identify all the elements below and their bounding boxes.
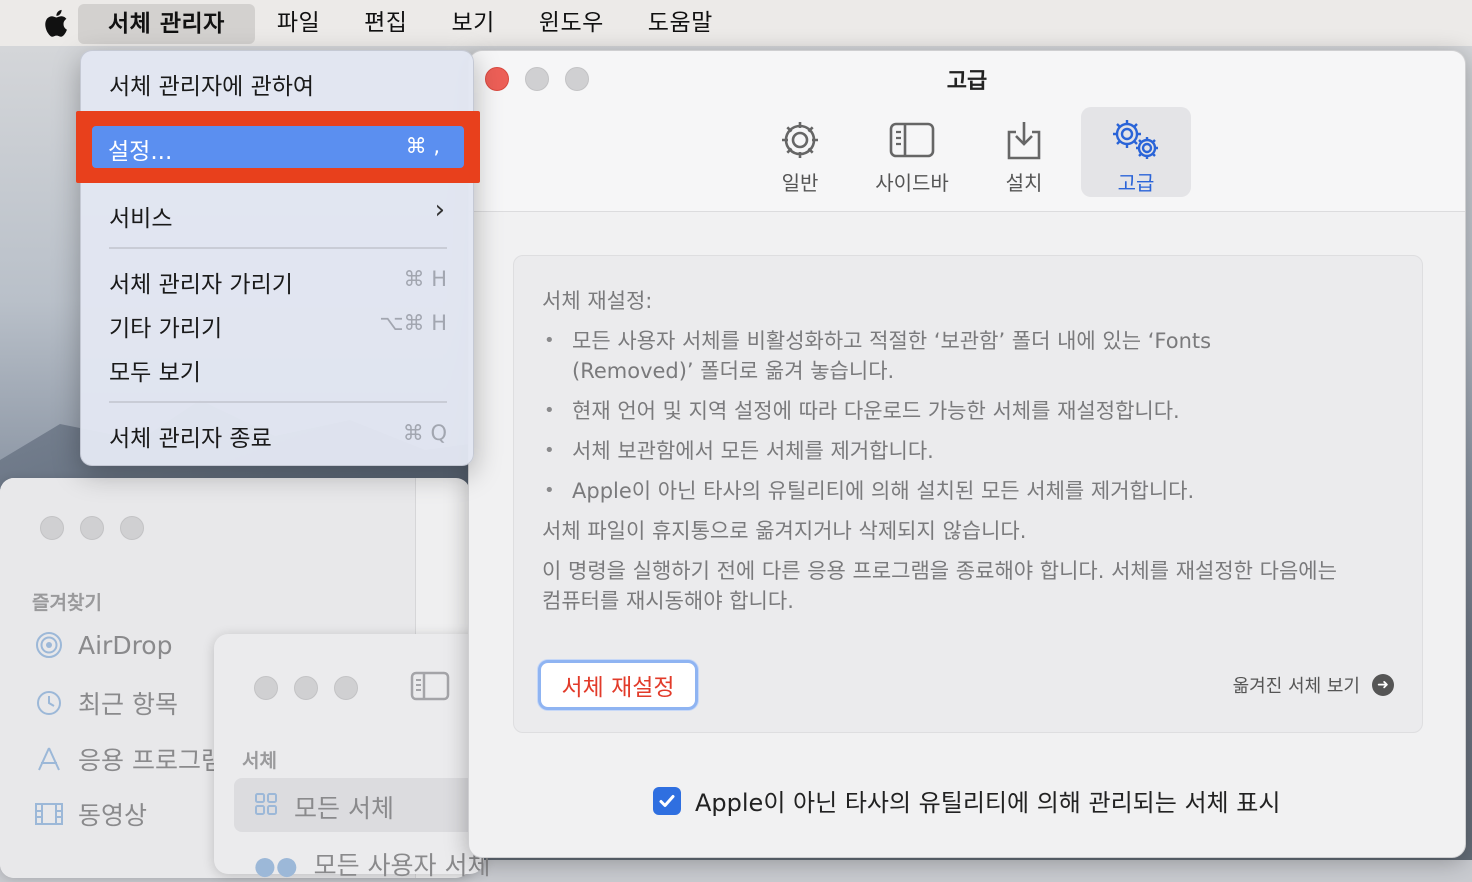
- note-text: 이 명령을 실행하기 전에 다른 응용 프로그램을 종료해야 합니다. 서체를 …: [542, 559, 1337, 583]
- shortcut-settings: ⌘ ,: [405, 134, 440, 158]
- menu-separator: [109, 401, 447, 403]
- apple-logo-icon[interactable]: [38, 0, 72, 46]
- link-label: 옮겨진 서체 보기: [1232, 676, 1360, 697]
- tab-label: 설치: [1005, 171, 1043, 195]
- shortcut-hide-others: ⌥⌘ H: [379, 311, 447, 335]
- bullet-dot: •: [544, 330, 555, 351]
- zoom-button[interactable]: [120, 516, 144, 540]
- film-icon: [34, 799, 64, 829]
- menu-edit[interactable]: 편집: [342, 0, 429, 46]
- gear-icon: [778, 115, 822, 165]
- sidebar-item-label: 모든 사용자 서체: [313, 851, 491, 880]
- sidebar-item-airdrop[interactable]: AirDrop: [34, 630, 172, 660]
- menu-item-hide-others[interactable]: 기타 가리기: [109, 309, 222, 343]
- bullet-text: 서체 보관함에서 모든 서체를 제거합니다.: [572, 439, 934, 463]
- note-text: 서체 파일이 휴지통으로 옮겨지거나 삭제되지 않습니다.: [542, 519, 1027, 543]
- fontbook-window: 서체 모든 서체 ●● 모든 사용자 서체: [214, 634, 491, 880]
- menu-fontbook[interactable]: 서체 관리자: [78, 4, 255, 44]
- minimize-button[interactable]: [80, 516, 104, 540]
- reset-fonts-panel: 서체 재설정: • 모든 사용자 서체를 비활성화하고 적절한 ‘보관함’ 폴더…: [513, 255, 1423, 733]
- fonts-section-heading: 서체: [242, 750, 277, 772]
- users-icon: ●●: [254, 851, 298, 880]
- sidebar-item-applications[interactable]: 응용 프로그램: [34, 741, 224, 777]
- gears-icon: [1107, 115, 1165, 165]
- settings-toolbar: 고급 일반 사이드바 설치 고급: [469, 51, 1465, 212]
- menu-view[interactable]: 보기: [429, 0, 516, 46]
- chevron-right-icon: ›: [434, 195, 445, 225]
- reset-fonts-button[interactable]: 서체 재설정: [538, 660, 698, 710]
- settings-window: 고급 일반 사이드바 설치 고급 서체 재설정: • 모든 사용자 서체를 비활…: [468, 50, 1466, 858]
- bullet-dot: •: [544, 440, 555, 461]
- clock-icon: [34, 688, 64, 718]
- view-removed-fonts-link[interactable]: 옮겨진 서체 보기 ➜: [1233, 672, 1394, 698]
- airdrop-icon: [34, 630, 64, 660]
- applications-icon: [34, 744, 64, 774]
- sidebar-item-label: 최근 항목: [78, 690, 178, 719]
- menu-item-show-all[interactable]: 모두 보기: [109, 353, 201, 387]
- bullet-dot: •: [544, 400, 555, 421]
- close-button[interactable]: [254, 676, 278, 700]
- close-button[interactable]: [40, 516, 64, 540]
- shortcut-hide: ⌘ H: [403, 267, 447, 291]
- sidebar-item-label: AirDrop: [78, 630, 173, 660]
- download-tray-icon: [1004, 115, 1044, 165]
- sidebar-item-label: 동영상: [78, 801, 148, 830]
- bullet-text: 모든 사용자 서체를 비활성화하고 적절한 ‘보관함’ 폴더 내에 있는 ‘Fo…: [572, 329, 1212, 353]
- grid-icon: [254, 792, 278, 820]
- tab-label: 일반: [781, 171, 819, 195]
- sidebar-item-movies[interactable]: 동영상: [34, 796, 147, 832]
- tab-label: 고급: [1117, 171, 1155, 195]
- menu-item-quit[interactable]: 서체 관리자 종료: [109, 419, 272, 453]
- third-party-fonts-option[interactable]: Apple이 아닌 타사의 유틸리티에 의해 관리되는 서체 표시: [653, 783, 1280, 818]
- bullet-dot: •: [544, 480, 555, 501]
- menu-item-settings[interactable]: 설정... ⌘ ,: [92, 126, 464, 168]
- checkbox-label: Apple이 아닌 타사의 유틸리티에 의해 관리되는 서체 표시: [695, 789, 1281, 817]
- menu-item-services[interactable]: 서비스: [109, 199, 172, 233]
- tab-sidebar[interactable]: 사이드바: [857, 107, 967, 197]
- sidebar-item-label: 모든 서체: [294, 794, 394, 823]
- arrow-right-circle-icon: ➜: [1372, 674, 1394, 696]
- menu-item-about[interactable]: 서체 관리자에 관하여: [109, 67, 314, 101]
- window-title: 고급: [946, 69, 988, 94]
- sidebar-item-label: 응용 프로그램: [78, 746, 224, 775]
- menu-item-hide[interactable]: 서체 관리자 가리기: [109, 265, 293, 299]
- zoom-button[interactable]: [334, 676, 358, 700]
- sidebar-icon: [888, 115, 936, 165]
- sidebar-item-all-fonts[interactable]: 모든 서체: [234, 778, 484, 832]
- menu-separator: [109, 247, 447, 249]
- sidebar-item-recents[interactable]: 최근 항목: [34, 685, 178, 721]
- shortcut-quit: ⌘ Q: [402, 421, 447, 445]
- tab-label: 사이드바: [875, 171, 949, 195]
- panel-heading: 서체 재설정:: [542, 289, 653, 313]
- bullet-text: Apple이 아닌 타사의 유틸리티에 의해 설치된 모든 서체를 제거합니다.: [572, 479, 1195, 503]
- note-text: 컴퓨터를 재시동해야 합니다.: [542, 589, 794, 613]
- tab-advanced[interactable]: 고급: [1081, 107, 1191, 197]
- bullet-text: 현재 언어 및 지역 설정에 따라 다운로드 가능한 서체를 재설정합니다.: [572, 399, 1180, 423]
- sidebar-item-user-fonts[interactable]: ●● 모든 사용자 서체: [254, 846, 491, 882]
- favorites-heading: 즐겨찾기: [32, 592, 102, 614]
- menu-help[interactable]: 도움말: [626, 0, 735, 46]
- checkbox[interactable]: [653, 786, 681, 815]
- menu-bar: 서체 관리자 파일 편집 보기 윈도우 도움말: [0, 0, 1472, 46]
- minimize-button[interactable]: [294, 676, 318, 700]
- tab-general[interactable]: 일반: [745, 107, 855, 197]
- sidebar-toggle-icon[interactable]: [410, 670, 450, 706]
- bullet-text: (Removed)’ 폴더로 옮겨 놓습니다.: [572, 359, 895, 383]
- tab-install[interactable]: 설치: [969, 107, 1079, 197]
- menu-file[interactable]: 파일: [255, 0, 342, 46]
- menu-item-label: 설정...: [108, 139, 173, 165]
- menu-window[interactable]: 윈도우: [517, 0, 626, 46]
